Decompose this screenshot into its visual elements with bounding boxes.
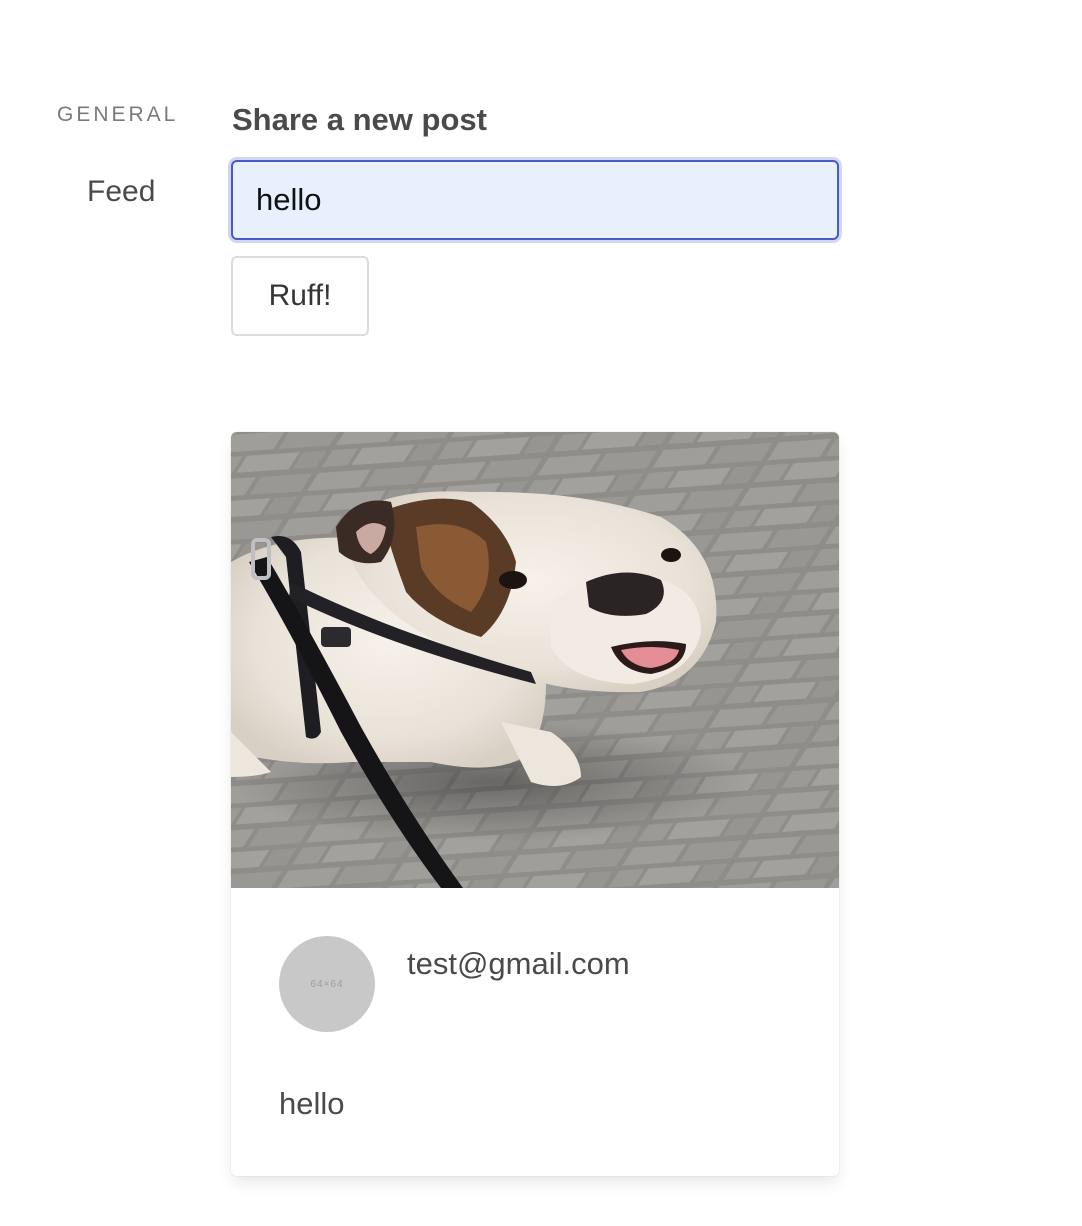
post-content: hello <box>279 1086 345 1121</box>
submit-post-button[interactable]: Ruff! <box>231 256 369 336</box>
avatar: 64×64 <box>279 936 375 1032</box>
sidebar-heading: GENERAL <box>57 103 179 126</box>
post-input[interactable] <box>231 160 839 240</box>
bulldog-photo <box>231 432 839 888</box>
post-author: test@gmail.com <box>407 946 630 981</box>
page: GENERAL Feed Share a new post Ruff! <box>0 0 1082 1226</box>
avatar-placeholder-label: 64×64 <box>310 978 344 990</box>
composer-title: Share a new post <box>232 102 487 137</box>
post-card: 64×64 test@gmail.com hello <box>231 432 839 1176</box>
sidebar-item-feed[interactable]: Feed <box>87 175 155 209</box>
